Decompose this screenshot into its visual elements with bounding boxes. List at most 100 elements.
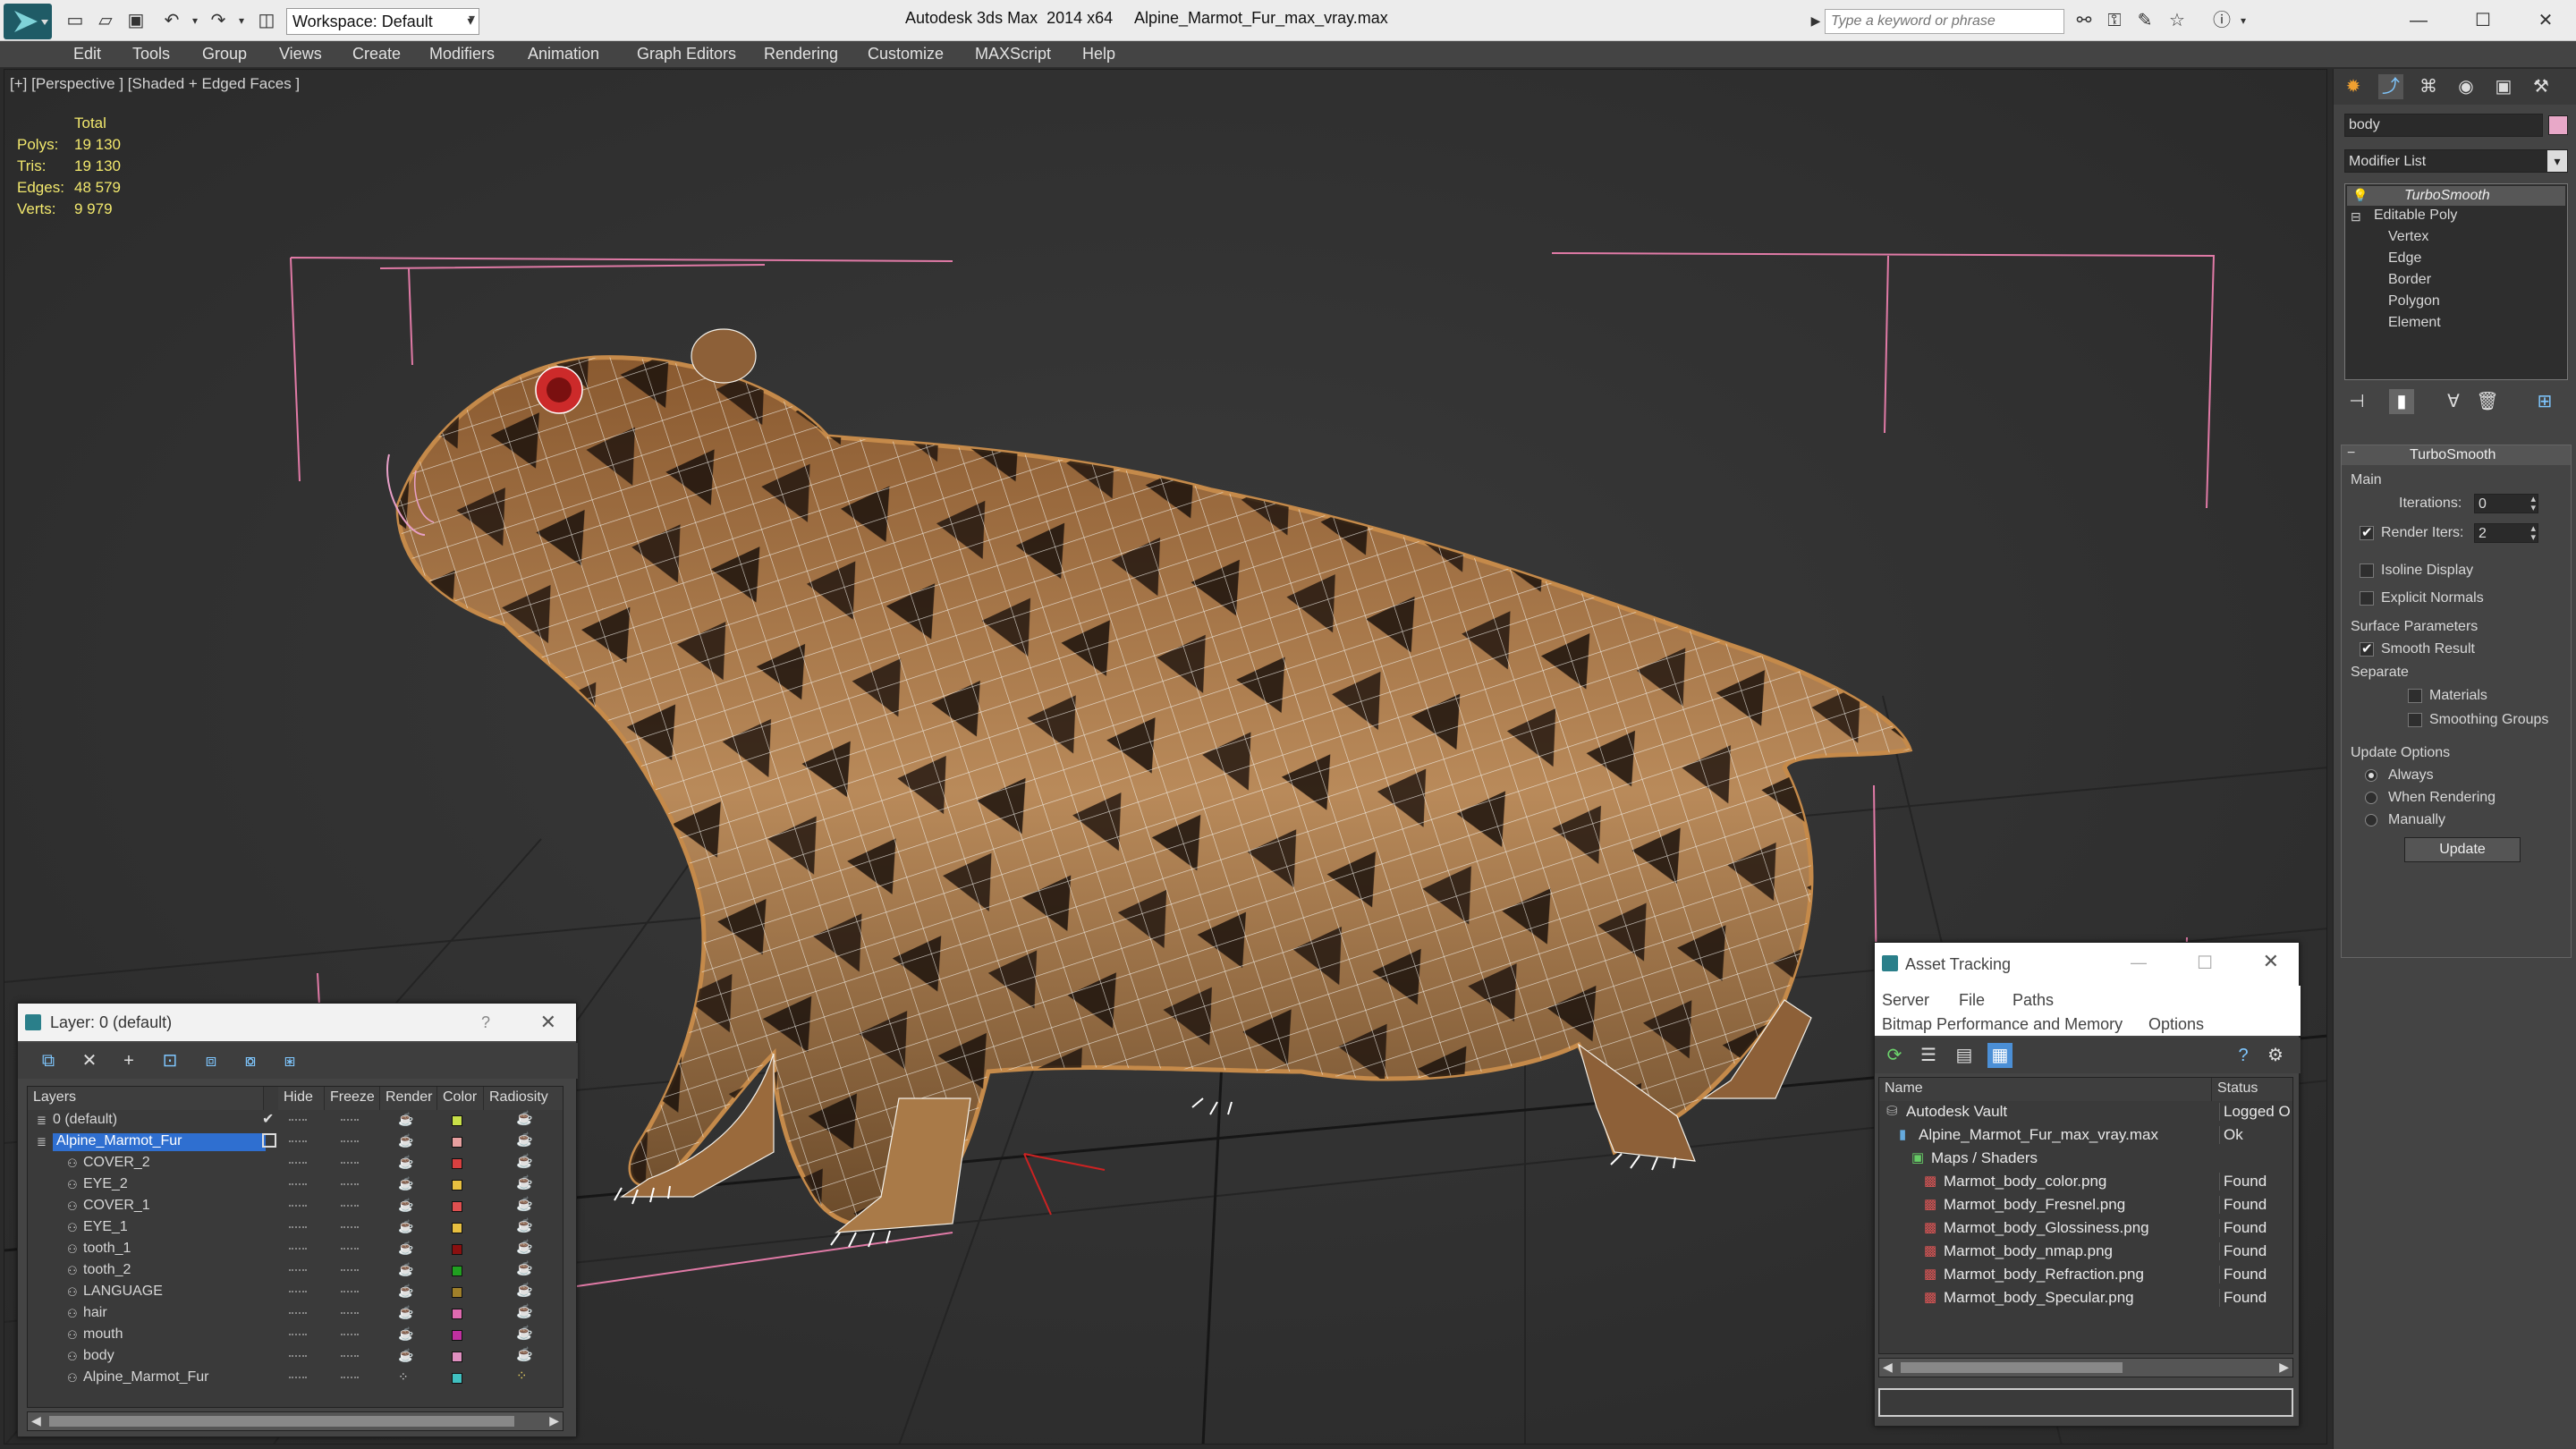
stack-vertex[interactable]: Vertex	[2388, 229, 2428, 245]
layer-row[interactable]: ≣ Alpine_Marmot_Fur ☕ ☕	[28, 1131, 555, 1153]
scroll-right-icon[interactable]: ▶	[2279, 1360, 2289, 1375]
menu-modifiers[interactable]: Modifiers	[429, 45, 495, 64]
object-name-field[interactable]: body	[2344, 114, 2543, 137]
asset-menu-bitmap[interactable]: Bitmap Performance and Memory	[1882, 1015, 2123, 1034]
minimize-icon[interactable]: —	[2131, 953, 2147, 972]
layer-manager-window[interactable]: Layer: 0 (default) ? ✕ ⧉ ✕ + ⊡ ⧈ ⧇ ⧆ Lay…	[17, 1003, 578, 1437]
layer-color-swatch[interactable]	[452, 1352, 462, 1362]
isoline-display-checkbox[interactable]	[2360, 564, 2374, 578]
layer-row[interactable]: ⚇ tooth_2 ☕ ☕	[28, 1260, 555, 1282]
close-icon[interactable]: ✕	[2533, 8, 2558, 33]
smooth-result-checkbox[interactable]	[2360, 640, 2374, 657]
hide-toggle[interactable]	[289, 1291, 307, 1294]
freeze-toggle[interactable]	[341, 1205, 359, 1208]
project-folder-icon[interactable]: ◫	[254, 8, 279, 33]
col-render[interactable]: Render	[380, 1087, 437, 1110]
thumbnail-view-icon[interactable]: ▤	[1952, 1043, 1977, 1068]
render-iters-spinner[interactable]: 2 ▴ ▾	[2474, 523, 2538, 543]
hide-toggle[interactable]	[289, 1312, 307, 1316]
asset-menu-file[interactable]: File	[1959, 991, 1985, 1010]
asset-menu-server[interactable]: Server	[1882, 991, 1929, 1010]
asset-row[interactable]: ▩ Marmot_body_color.png Found	[1879, 1171, 2292, 1193]
layer-row[interactable]: ⚇ COVER_1 ☕ ☕	[28, 1196, 555, 1217]
menu-animation[interactable]: Animation	[528, 45, 599, 64]
teapot-render-icon[interactable]: ☕	[398, 1326, 413, 1342]
teapot-render-icon[interactable]: ☕	[398, 1241, 413, 1256]
radiosity-icon[interactable]: ☕	[516, 1260, 533, 1276]
col-hide[interactable]: Hide	[278, 1087, 325, 1110]
teapot-render-icon[interactable]: ☕	[398, 1133, 413, 1148]
asset-hscrollbar[interactable]: ◀ ▶	[1878, 1358, 2293, 1377]
iterations-spinner[interactable]: 0 ▴ ▾	[2474, 494, 2538, 513]
table-view-icon[interactable]: ▦	[1987, 1043, 2012, 1068]
menu-maxscript[interactable]: MAXScript	[975, 45, 1051, 64]
spinner-arrows-icon[interactable]: ▴ ▾	[2530, 495, 2536, 513]
layer-color-swatch[interactable]	[452, 1330, 462, 1341]
freeze-all-icon[interactable]: ⧆	[277, 1048, 302, 1073]
manually-radio[interactable]	[2365, 814, 2377, 826]
teapot-render-icon[interactable]: ☕	[398, 1305, 413, 1320]
hide-toggle[interactable]	[289, 1205, 307, 1208]
layer-row[interactable]: ⚇ EYE_2 ☕ ☕	[28, 1174, 555, 1196]
radiosity-icon[interactable]: ☕	[516, 1174, 533, 1191]
col-name[interactable]: Name	[1879, 1078, 2212, 1101]
add-to-layer-icon[interactable]: +	[116, 1048, 141, 1073]
teapot-render-icon[interactable]: ☕	[398, 1262, 413, 1277]
utilities-tab-icon[interactable]: ⚒	[2529, 74, 2554, 99]
stack-polygon[interactable]: Polygon	[2388, 293, 2440, 309]
radiosity-icon[interactable]: ☕	[516, 1303, 533, 1319]
viewport-label[interactable]: [+] [Perspective ] [Shaded + Edged Faces…	[10, 75, 300, 93]
col-layers[interactable]: Layers	[28, 1087, 264, 1110]
menu-create[interactable]: Create	[352, 45, 401, 64]
highlight-layer-icon[interactable]: ⧈	[199, 1048, 224, 1073]
radiosity-icon[interactable]: ☕	[516, 1325, 533, 1341]
teapot-render-icon[interactable]: ☕	[398, 1284, 413, 1299]
layer-row[interactable]: ≣ 0 (default) ✔ ☕ ☕	[28, 1110, 555, 1131]
scroll-right-icon[interactable]: ▶	[549, 1413, 559, 1428]
hide-all-icon[interactable]: ⧇	[238, 1048, 263, 1073]
freeze-toggle[interactable]	[341, 1119, 359, 1123]
update-button[interactable]: Update	[2404, 837, 2521, 862]
delete-layer-icon[interactable]: ✕	[77, 1048, 102, 1073]
menu-rendering[interactable]: Rendering	[764, 45, 838, 64]
col-color[interactable]: Color	[437, 1087, 484, 1110]
minimize-icon[interactable]: —	[2406, 8, 2431, 33]
layer-row[interactable]: ⚇ Alpine_Marmot_Fur ⁘ ⁘	[28, 1368, 555, 1389]
close-icon[interactable]: ✕	[540, 1011, 556, 1034]
explicit-normals-checkbox[interactable]	[2360, 591, 2374, 606]
layer-color-swatch[interactable]	[452, 1223, 462, 1233]
hierarchy-tab-icon[interactable]: ⌘	[2416, 74, 2441, 99]
freeze-toggle[interactable]	[341, 1291, 359, 1294]
save-file-icon[interactable]: ▣	[123, 8, 148, 33]
refresh-icon[interactable]: ⟳	[1882, 1043, 1907, 1068]
freeze-toggle[interactable]	[341, 1140, 359, 1144]
modifier-list-dropdown[interactable]: Modifier List ▾	[2344, 149, 2568, 173]
menu-group[interactable]: Group	[202, 45, 247, 64]
redo-dropdown-icon[interactable]: ▾	[229, 8, 254, 33]
layer-color-swatch[interactable]	[452, 1244, 462, 1255]
select-objects-icon[interactable]: ⊡	[157, 1048, 182, 1073]
menu-customize[interactable]: Customize	[868, 45, 944, 64]
hide-toggle[interactable]	[289, 1248, 307, 1251]
hide-toggle[interactable]	[289, 1355, 307, 1359]
pin-stack-icon[interactable]: ⊣	[2344, 389, 2369, 414]
layer-row[interactable]: ⚇ tooth_1 ☕ ☕	[28, 1239, 555, 1260]
help-dropdown-icon[interactable]: ▾	[2231, 8, 2256, 33]
teapot-render-icon[interactable]: ☕	[398, 1219, 413, 1234]
freeze-toggle[interactable]	[341, 1162, 359, 1165]
asset-row[interactable]: ▩ Marmot_body_Specular.png Found	[1879, 1287, 2292, 1309]
collapse-icon[interactable]: ⊟	[2351, 209, 2361, 225]
subscription-icon[interactable]: ⚿	[2102, 8, 2127, 33]
asset-row[interactable]: ▩ Marmot_body_Refraction.png Found	[1879, 1264, 2292, 1286]
radiosity-icon[interactable]: ☕	[516, 1196, 533, 1212]
radiosity-icon[interactable]: ⁘	[516, 1368, 528, 1384]
hide-toggle[interactable]	[289, 1226, 307, 1230]
freeze-toggle[interactable]	[341, 1334, 359, 1337]
hide-toggle[interactable]	[289, 1162, 307, 1165]
layer-hscrollbar[interactable]: ◀ ▶	[27, 1411, 564, 1431]
rollout-header[interactable]: − TurboSmooth	[2342, 445, 2571, 465]
freeze-toggle[interactable]	[341, 1377, 359, 1380]
layer-row[interactable]: ⚇ body ☕ ☕	[28, 1346, 555, 1368]
menu-views[interactable]: Views	[279, 45, 322, 64]
layer-color-swatch[interactable]	[452, 1201, 462, 1212]
